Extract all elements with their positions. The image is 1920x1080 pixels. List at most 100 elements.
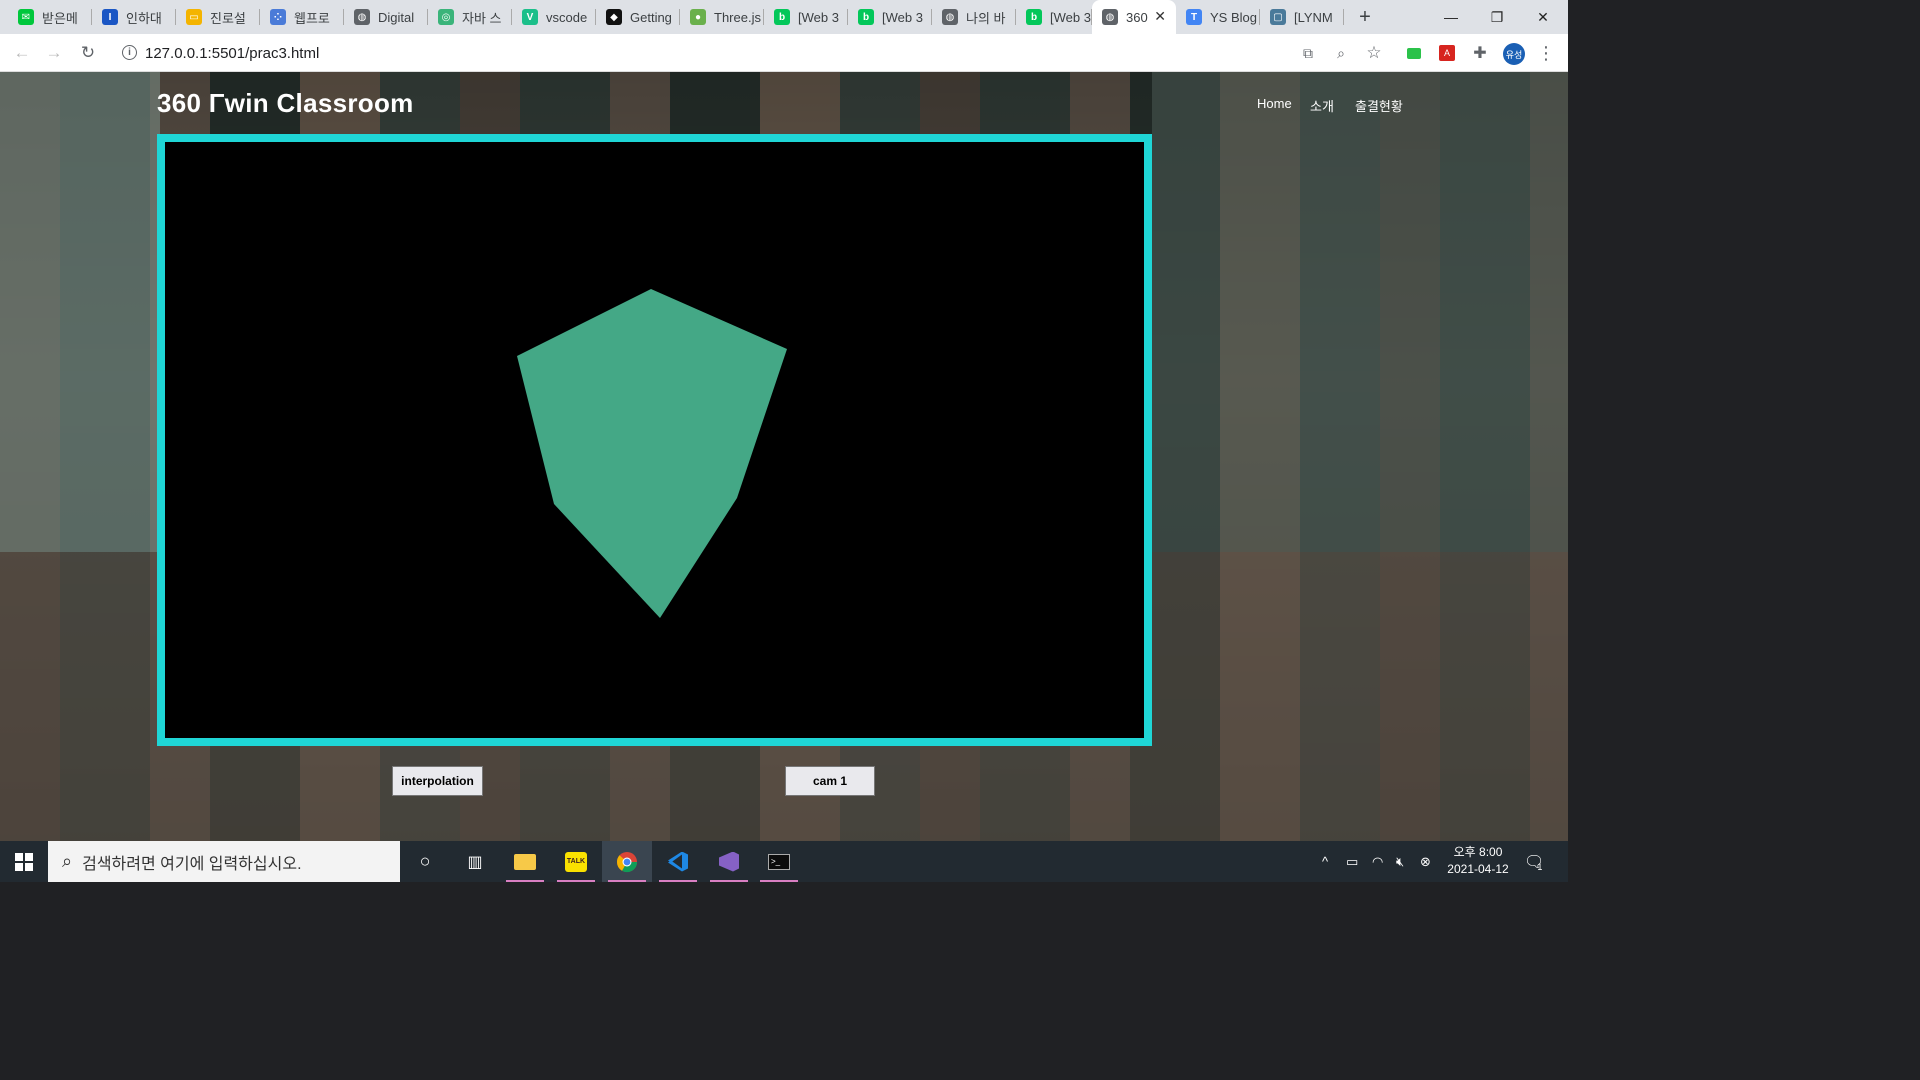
tab-label: 자바 스 (462, 10, 502, 26)
tab-favicon-icon: b (774, 9, 790, 25)
tab-favicon-icon: ▢ (1270, 9, 1286, 25)
url-text[interactable]: 127.0.0.1:5501/prac3.html (145, 45, 319, 62)
address-bar[interactable]: i 127.0.0.1:5501/prac3.html (112, 38, 1332, 68)
interpolation-button[interactable]: interpolation (392, 766, 483, 796)
tab-label: 받은메 (42, 10, 78, 26)
tab-label: [Web 3 (1050, 9, 1091, 25)
reload-button[interactable]: ↻ (76, 41, 100, 65)
tab-favicon-icon: V (522, 9, 538, 25)
classroom-bg (1152, 72, 1568, 552)
task-view-icon[interactable]: ▥ (450, 841, 500, 882)
search-placeholder: 검색하려면 여기에 입력하십시오. (82, 855, 302, 873)
volume-muted-icon[interactable]: 🔇︎ (1396, 841, 1404, 882)
extension-green-icon[interactable] (1402, 41, 1426, 65)
cortana-icon[interactable]: ○ (400, 841, 450, 882)
threejs-canvas-frame (157, 134, 1152, 746)
vscode-icon[interactable] (653, 841, 703, 882)
cam-button[interactable]: cam 1 (785, 766, 875, 796)
tray-chevron-icon[interactable]: ^ (1322, 841, 1328, 882)
minimize-button[interactable]: ― (1428, 0, 1474, 34)
extensions-puzzle-icon[interactable]: ✚ (1468, 41, 1492, 65)
browser-tab[interactable]: ◍ Digital (344, 0, 428, 34)
browser-tab[interactable]: b [Web 3 (1016, 0, 1092, 34)
browser-tab[interactable]: b [Web 3 (764, 0, 848, 34)
browser-tab[interactable]: ◍ 360 ✕ (1092, 0, 1176, 34)
clock-date: 2021-04-12 (1447, 862, 1509, 876)
tab-favicon-icon: b (858, 9, 874, 25)
cube-shape (517, 289, 787, 618)
menu-kebab-icon[interactable]: ⋮ (1534, 41, 1558, 65)
tab-favicon-icon: ✉ (18, 9, 34, 25)
tab-favicon-icon: ◍ (1102, 9, 1118, 25)
chrome-icon[interactable] (602, 841, 652, 882)
browser-tab[interactable]: T YS Blog (1176, 0, 1260, 34)
tab-label: Three.js (714, 9, 761, 25)
kakaotalk-icon[interactable]: TALK (551, 841, 601, 882)
new-tab-button[interactable]: + (1352, 4, 1378, 30)
tab-favicon-icon: ◎ (438, 9, 454, 25)
forward-button[interactable]: → (42, 41, 66, 65)
pdf-extension-icon[interactable]: A (1435, 41, 1459, 65)
nav-attendance[interactable]: 출결현황 (1355, 96, 1403, 115)
browser-tab[interactable]: Vvscode (512, 0, 596, 34)
tab-separator (1343, 9, 1344, 25)
bookmark-star-icon[interactable]: ☆ (1362, 41, 1386, 65)
tab-label: 인하대 (126, 10, 162, 26)
tab-label: vscode (546, 9, 588, 25)
browser-tab[interactable]: ⁘ 웹프로 (260, 0, 344, 34)
maximize-button[interactable]: ❐ (1474, 0, 1520, 34)
browser-tab[interactable]: ◎ 자바 스 (428, 0, 512, 34)
terminal-icon[interactable]: >_ (754, 841, 804, 882)
browser-tab[interactable]: ● Three.js (680, 0, 764, 34)
tab-favicon-icon: ◍ (354, 9, 370, 25)
battery-icon[interactable]: ▭ (1346, 841, 1358, 882)
tab-label: 진로설 (210, 10, 246, 26)
browser-tab[interactable]: ◍ 나의 바 (932, 0, 1016, 34)
taskbar-clock[interactable]: 오후 8:00 2021-04-12 (1440, 844, 1516, 878)
taskbar-search[interactable]: ⌕ 검색하려면 여기에 입력하십시오. (48, 841, 400, 882)
status-x-icon[interactable]: ⊗ (1420, 841, 1431, 882)
tab-label: [LYNM (1294, 9, 1333, 25)
site-brand[interactable]: 360 Γwin Classroom (157, 88, 414, 119)
tab-label: 나의 바 (966, 10, 1006, 26)
tab-label: [Web 3 (798, 9, 839, 25)
browser-tab[interactable]: ◆ Getting (596, 0, 680, 34)
translate-icon[interactable]: ⧉ (1296, 41, 1320, 65)
notification-count: 1 (1537, 861, 1543, 872)
notification-icon[interactable]: 🗨︎ 1 (1524, 841, 1544, 882)
nav-home[interactable]: Home (1257, 96, 1292, 111)
chrome-logo-icon (616, 851, 638, 872)
browser-tab[interactable]: b [Web 3 (848, 0, 932, 34)
tab-favicon-icon: ◆ (606, 9, 622, 25)
browser-tab[interactable]: ✉ 받은메 (8, 0, 92, 34)
wifi-icon[interactable]: ◠ (1372, 841, 1383, 882)
tab-favicon-icon: ◍ (942, 9, 958, 25)
visual-studio-icon[interactable] (704, 841, 754, 882)
taskbar: ⌕ 검색하려면 여기에 입력하십시오. ○ ▥ TALK >_ ^ ▭ ◠ 🔇︎… (0, 841, 1568, 882)
zoom-icon[interactable]: ⌕ (1329, 41, 1353, 65)
tab-label: [Web 3 (882, 9, 923, 25)
info-icon[interactable]: i (122, 45, 137, 60)
threejs-canvas[interactable] (165, 142, 1144, 738)
tab-favicon-icon: b (1026, 9, 1042, 25)
close-window-button[interactable]: ✕ (1520, 0, 1566, 34)
profile-avatar[interactable]: 유성 (1503, 43, 1525, 65)
tab-favicon-icon: T (1186, 9, 1202, 25)
tab-label: Digital (378, 9, 415, 25)
browser-tab[interactable]: I 인하대 (92, 0, 176, 34)
browser-tab[interactable]: ▢ [LYNM (1260, 0, 1344, 34)
tab-label: 웹프로 (294, 10, 330, 26)
search-icon: ⌕ (62, 851, 73, 871)
start-button[interactable] (0, 841, 48, 882)
tab-label: 360 (1126, 9, 1148, 25)
browser-tab[interactable]: ▭ 진로설 (176, 0, 260, 34)
tab-strip: ✉ 받은메 I 인하대 ▭ 진로설 ⁘ 웹프로 ◍ Digital ◎ 자바 스 Vvscode ◆ Get… (0, 0, 1568, 34)
windows-logo-icon (15, 852, 33, 871)
page-viewport: 360 Γwin Classroom Home 소개 출결현황 interpol… (0, 72, 1568, 841)
rotating-cube (517, 289, 787, 618)
tab-label: Getting (630, 9, 672, 25)
file-explorer-icon[interactable] (500, 841, 550, 882)
nav-about[interactable]: 소개 (1310, 96, 1334, 115)
tab-close-icon[interactable]: ✕ (1154, 8, 1166, 25)
back-button[interactable]: ← (10, 41, 34, 65)
